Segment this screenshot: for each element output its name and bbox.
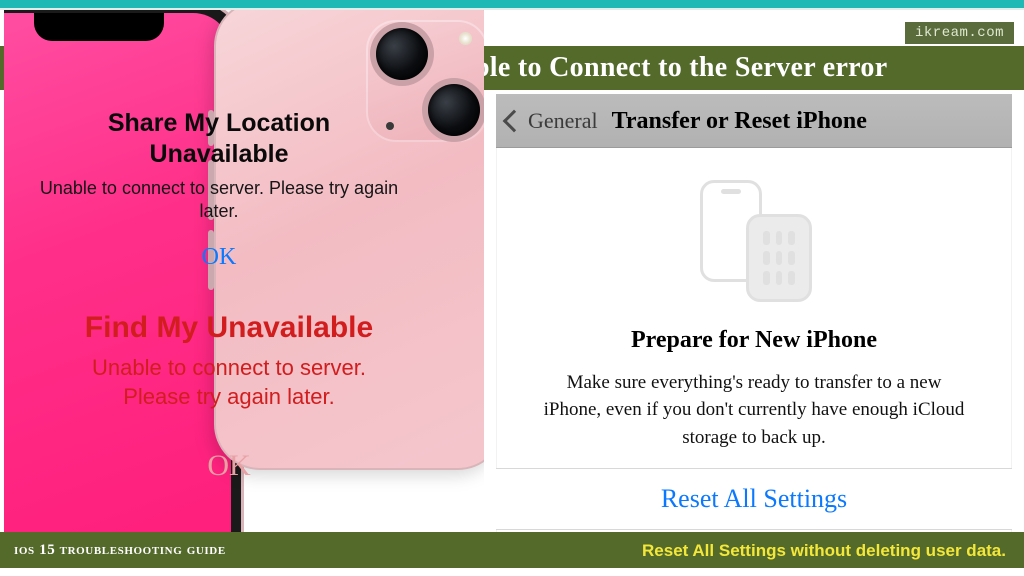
alert-body: Unable to connect to server. Please try …	[34, 354, 424, 411]
footer-left-label: ios 15 troubleshooting guide	[14, 543, 226, 558]
thumbnail-stage: ikream.com Apple iPhone 13 How to Fix Fi…	[0, 0, 1024, 576]
alert-heading: Find My Unavailable	[34, 310, 424, 346]
settings-navbar: General Transfer or Reset iPhone	[496, 94, 1012, 148]
alert-heading: Share My Location Unavailable	[34, 108, 404, 171]
alert-heading-line: Share My Location	[108, 109, 330, 137]
footer-banner: ios 15 troubleshooting guide Reset All S…	[0, 532, 1024, 568]
phone-grid-icon	[746, 214, 812, 302]
watermark: ikream.com	[905, 22, 1014, 44]
alert-body-line: Please try again later.	[123, 384, 335, 409]
top-accent-bar	[0, 0, 1024, 8]
alert-heading-line: Unavailable	[150, 140, 289, 168]
reset-all-settings-label: Reset All Settings	[661, 486, 847, 512]
left-illustration: Share My Location Unavailable Unable to …	[4, 10, 484, 548]
alert-ok-button[interactable]: OK	[34, 245, 404, 269]
alert-body-line: Unable to connect to server.	[92, 355, 366, 380]
chevron-left-icon[interactable]	[503, 109, 526, 132]
alert-ok-button[interactable]: OK	[34, 451, 424, 481]
camera-lens-icon	[376, 28, 428, 80]
alert-share-my-location: Share My Location Unavailable Unable to …	[34, 108, 404, 269]
settings-panel: General Transfer or Reset iPhone Prepare…	[496, 94, 1012, 550]
camera-flash-icon	[459, 32, 472, 45]
iphone-notch	[34, 13, 164, 41]
footer-right-label: Reset All Settings without deleting user…	[642, 542, 1006, 559]
reset-all-settings-row[interactable]: Reset All Settings	[496, 468, 1012, 530]
nav-back-label[interactable]: General	[528, 110, 598, 132]
alert-find-my-unavailable: Find My Unavailable Unable to connect to…	[34, 310, 424, 481]
nav-title: Transfer or Reset iPhone	[612, 109, 867, 133]
prepare-section: Prepare for New iPhone Make sure everyth…	[496, 148, 1012, 451]
prepare-body: Make sure everything's ready to transfer…	[536, 369, 972, 452]
prepare-heading: Prepare for New iPhone	[536, 326, 972, 355]
two-phones-icon	[694, 180, 814, 300]
camera-lens-icon	[428, 84, 480, 136]
alert-body: Unable to connect to server. Please try …	[34, 177, 404, 224]
